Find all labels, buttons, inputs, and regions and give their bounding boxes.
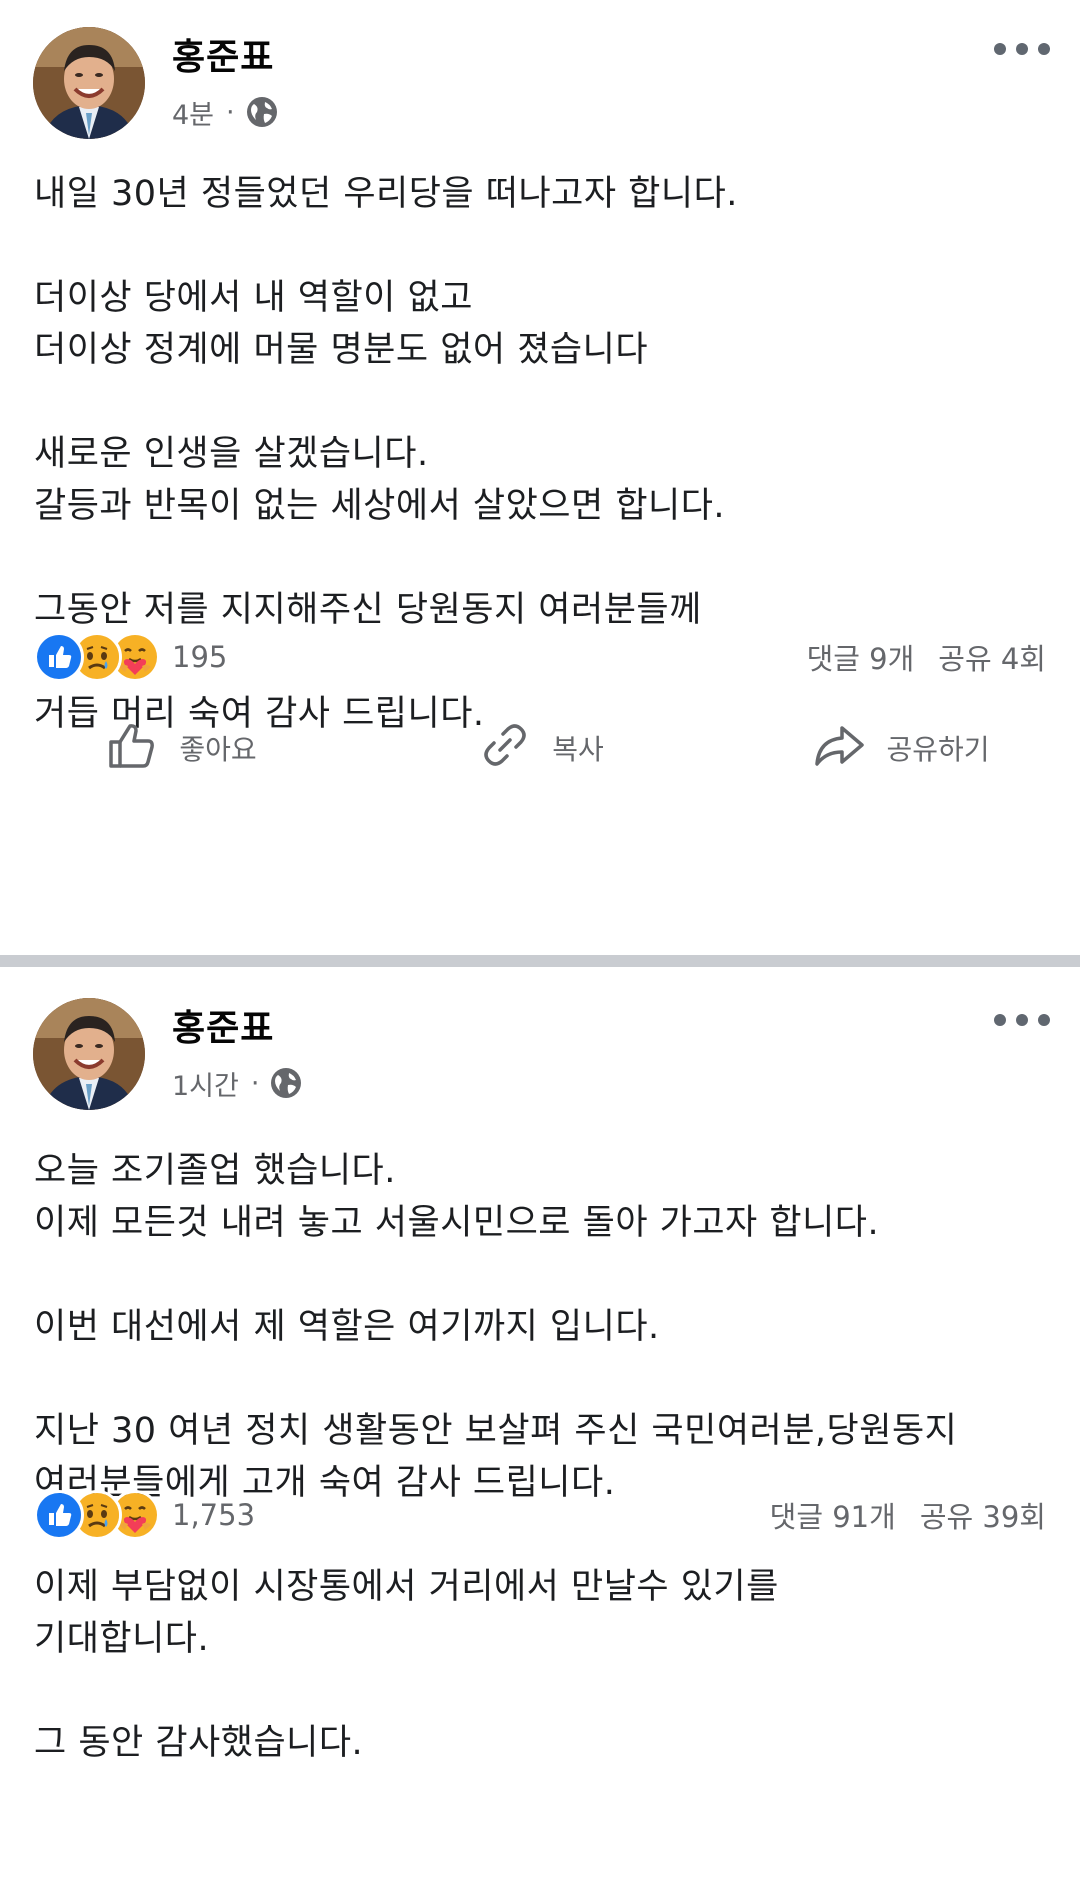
reaction-icons <box>34 1490 160 1540</box>
share-count[interactable]: 공유 39회 <box>920 1494 1046 1536</box>
like-icon <box>34 632 84 682</box>
post-card: 홍준표 4분 · 내일 30년 정들었던 우리당을 떠나고자 합니다. 더이상 … <box>0 0 1080 955</box>
comment-count[interactable]: 댓글 9개 <box>807 636 915 678</box>
link-icon <box>476 716 534 781</box>
thumbs-up-icon <box>103 716 161 781</box>
like-label: 좋아요 <box>179 733 257 766</box>
post-meta: 1시간 · <box>172 1063 303 1103</box>
post-card: 홍준표 1시간 · 오늘 조기졸업 했습니다. 이제 모든것 내려 놓고 서울시… <box>0 967 1080 1878</box>
like-icon <box>34 1490 84 1540</box>
copy-label: 복사 <box>552 733 604 766</box>
post-time[interactable]: 4분 <box>172 93 214 132</box>
author-name[interactable]: 홍준표 <box>172 999 274 1051</box>
reactions-summary[interactable]: 195 댓글 9개 공유 4회 <box>34 632 1046 682</box>
post-divider <box>0 955 1080 967</box>
copy-button[interactable]: 복사 <box>360 698 720 798</box>
share-label: 공유하기 <box>886 733 990 766</box>
reactions-summary[interactable]: 1,753 댓글 91개 공유 39회 <box>34 1490 1046 1540</box>
globe-icon <box>245 95 279 129</box>
meta-separator: · <box>250 1067 260 1099</box>
author-name[interactable]: 홍준표 <box>172 28 274 80</box>
share-arrow-icon <box>810 716 868 781</box>
more-options-icon[interactable] <box>994 1007 1050 1033</box>
like-button[interactable]: 좋아요 <box>0 698 360 798</box>
share-count[interactable]: 공유 4회 <box>938 636 1046 678</box>
post-time[interactable]: 1시간 <box>172 1064 239 1103</box>
post-meta: 4분 · <box>172 92 279 132</box>
globe-icon <box>269 1066 303 1100</box>
reaction-count: 1,753 <box>172 1498 256 1532</box>
more-options-icon[interactable] <box>994 36 1050 62</box>
avatar[interactable] <box>33 998 145 1110</box>
avatar[interactable] <box>33 27 145 139</box>
reaction-icons <box>34 632 160 682</box>
meta-separator: · <box>226 96 235 128</box>
share-button[interactable]: 공유하기 <box>720 698 1080 798</box>
action-bar: 좋아요 복사 공유하기 <box>0 698 1080 798</box>
comment-count[interactable]: 댓글 91개 <box>770 1494 896 1536</box>
reaction-count: 195 <box>172 640 228 674</box>
post-text: 오늘 조기졸업 했습니다. 이제 모든것 내려 놓고 서울시민으로 돌아 가고자… <box>34 1151 958 1763</box>
